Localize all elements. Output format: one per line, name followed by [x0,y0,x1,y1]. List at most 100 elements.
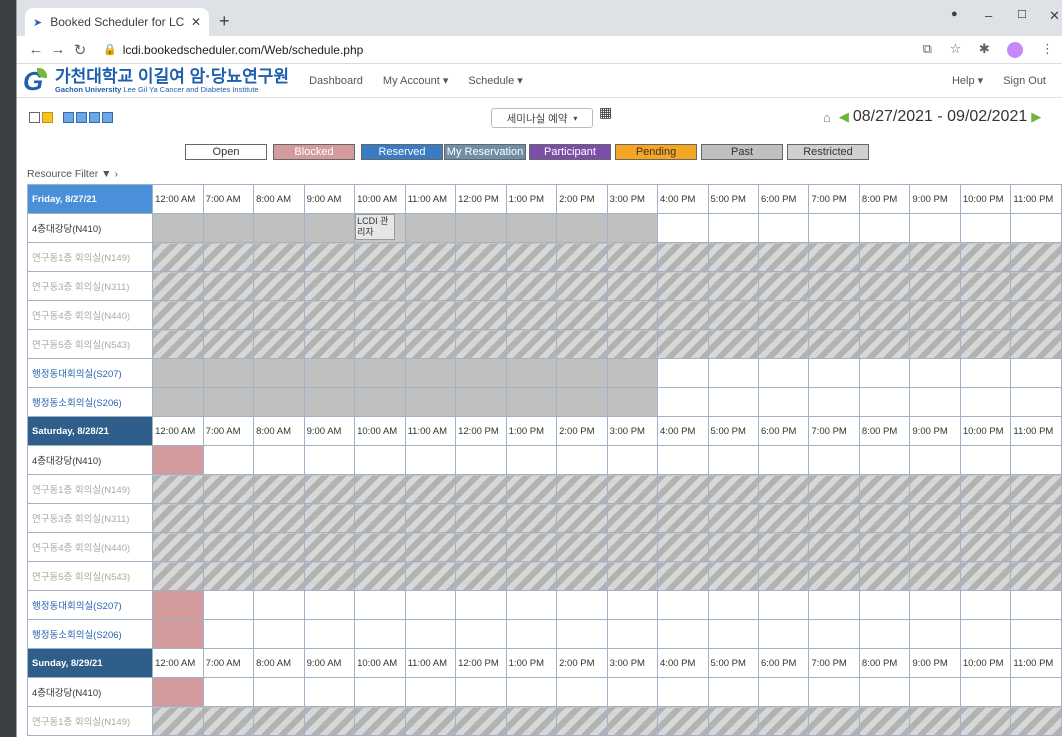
schedule-slot[interactable] [404,619,457,649]
schedule-slot[interactable] [354,619,406,649]
schedule-slot[interactable] [253,677,305,707]
schedule-slot[interactable] [909,358,961,388]
schedule-slot[interactable] [455,445,507,475]
schedule-slot[interactable] [505,677,558,707]
resource-name[interactable]: 4층대강당(N410) [26,677,154,707]
schedule-slot[interactable] [657,677,709,707]
url-field[interactable]: 🔒 lcdi.bookedscheduler.com/Web/schedule.… [103,43,909,57]
schedule-slot[interactable] [959,213,1012,243]
next-week-arrow-icon[interactable]: ▶ [1031,109,1041,125]
schedule-slot[interactable] [303,619,356,649]
schedule-slot[interactable] [556,590,608,620]
schedule-slot[interactable] [858,387,911,417]
schedule-slot[interactable] [253,445,305,475]
schedule-slot[interactable] [1010,445,1062,475]
favorite-icon[interactable] [42,112,53,123]
schedule-slot[interactable] [858,358,911,388]
menu-sign-out[interactable]: Sign Out [1003,75,1046,87]
schedule-slot[interactable] [909,619,961,649]
schedule-slot[interactable] [808,213,860,243]
schedule-slot[interactable] [909,387,961,417]
schedule-slot[interactable] [707,590,759,620]
schedule-slot[interactable] [808,387,860,417]
schedule-slot[interactable] [354,445,406,475]
schedule-slot[interactable] [404,590,457,620]
reservation-block[interactable]: LCDI 관리자 [355,214,396,240]
close-tab-icon[interactable]: ✕ [191,15,201,29]
resource-name[interactable]: 행정동대회의실(S207) [26,590,154,620]
maximize-icon[interactable]: ☐ [1017,8,1027,21]
menu-help[interactable]: Help ▾ [952,74,983,87]
schedule-slot[interactable] [808,619,860,649]
schedule-slot[interactable] [1010,590,1062,620]
schedule-slot[interactable] [757,619,810,649]
schedule-slot[interactable] [455,677,507,707]
schedule-slot[interactable] [959,358,1012,388]
more-menu-icon[interactable]: ⋮ [1041,41,1054,56]
schedule-slot[interactable] [606,677,659,707]
schedule-slot[interactable] [556,677,608,707]
schedule-slot[interactable] [202,445,255,475]
schedule-slot[interactable] [606,619,659,649]
view-standard-icon[interactable] [63,112,74,123]
schedule-slot[interactable] [657,445,709,475]
institute-logo[interactable]: G 가천대학교 이길여 암·당뇨연구원 Gachon University Le… [23,67,289,94]
schedule-slot[interactable] [909,590,961,620]
schedule-slot[interactable] [959,677,1012,707]
schedule-slot[interactable] [657,358,709,388]
schedule-slot[interactable] [707,213,759,243]
schedule-slot[interactable] [404,677,457,707]
schedule-slot[interactable] [757,677,810,707]
schedule-slot[interactable] [202,590,255,620]
schedule-slot[interactable] [707,358,759,388]
schedule-slot[interactable] [808,590,860,620]
schedule-slot[interactable] [858,213,911,243]
reload-icon[interactable]: ↻ [69,41,91,59]
close-window-icon[interactable]: ✕ [1049,8,1060,24]
back-icon[interactable]: ← [25,41,47,58]
schedule-slot[interactable] [657,590,709,620]
browser-tab[interactable]: ➤ Booked Scheduler for LCDI - Sc ✕ [25,8,209,36]
schedule-slot[interactable] [303,677,356,707]
schedule-slot[interactable] [909,677,961,707]
schedule-slot[interactable] [606,445,659,475]
calendar-icon[interactable]: ▦ [599,104,612,121]
schedule-slot[interactable] [959,445,1012,475]
schedule-slot[interactable] [657,213,709,243]
schedule-slot[interactable] [959,387,1012,417]
schedule-slot[interactable] [1010,619,1062,649]
forward-icon[interactable]: → [47,41,69,58]
resource-name[interactable]: 4층대강당(N410) [26,213,154,243]
schedule-slot[interactable] [909,445,961,475]
schedule-slot[interactable] [757,590,810,620]
minimize-icon[interactable]: – [985,8,992,23]
schedule-slot[interactable] [505,445,558,475]
schedule-slot[interactable] [657,387,709,417]
schedule-slot[interactable] [202,619,255,649]
profile-avatar[interactable] [1007,41,1024,58]
schedule-slot[interactable] [253,590,305,620]
schedule-slot[interactable] [808,445,860,475]
schedule-slot[interactable] [202,677,255,707]
schedule-slot[interactable] [757,387,810,417]
resource-name[interactable]: 행정동소회의실(S206) [26,619,154,649]
schedule-slot[interactable] [757,358,810,388]
home-icon[interactable]: ⌂ [823,110,831,125]
schedule-slot[interactable] [707,677,759,707]
schedule-slot[interactable] [253,619,305,649]
schedule-slot[interactable] [858,619,911,649]
schedule-slot[interactable] [1010,358,1062,388]
schedule-slot[interactable] [808,358,860,388]
schedule-slot[interactable] [858,677,911,707]
schedule-slot[interactable] [1010,677,1062,707]
schedule-slot[interactable] [1010,213,1062,243]
menu-my-account[interactable]: My Account ▾ [383,74,448,87]
schedule-slot[interactable] [707,445,759,475]
schedule-slot[interactable] [505,590,558,620]
schedule-slot[interactable] [556,445,608,475]
schedule-slot[interactable] [606,590,659,620]
schedule-slot[interactable] [757,213,810,243]
schedule-slot[interactable] [707,619,759,649]
bookmark-star-icon[interactable]: ☆ [950,41,962,56]
schedule-slot[interactable] [455,619,507,649]
